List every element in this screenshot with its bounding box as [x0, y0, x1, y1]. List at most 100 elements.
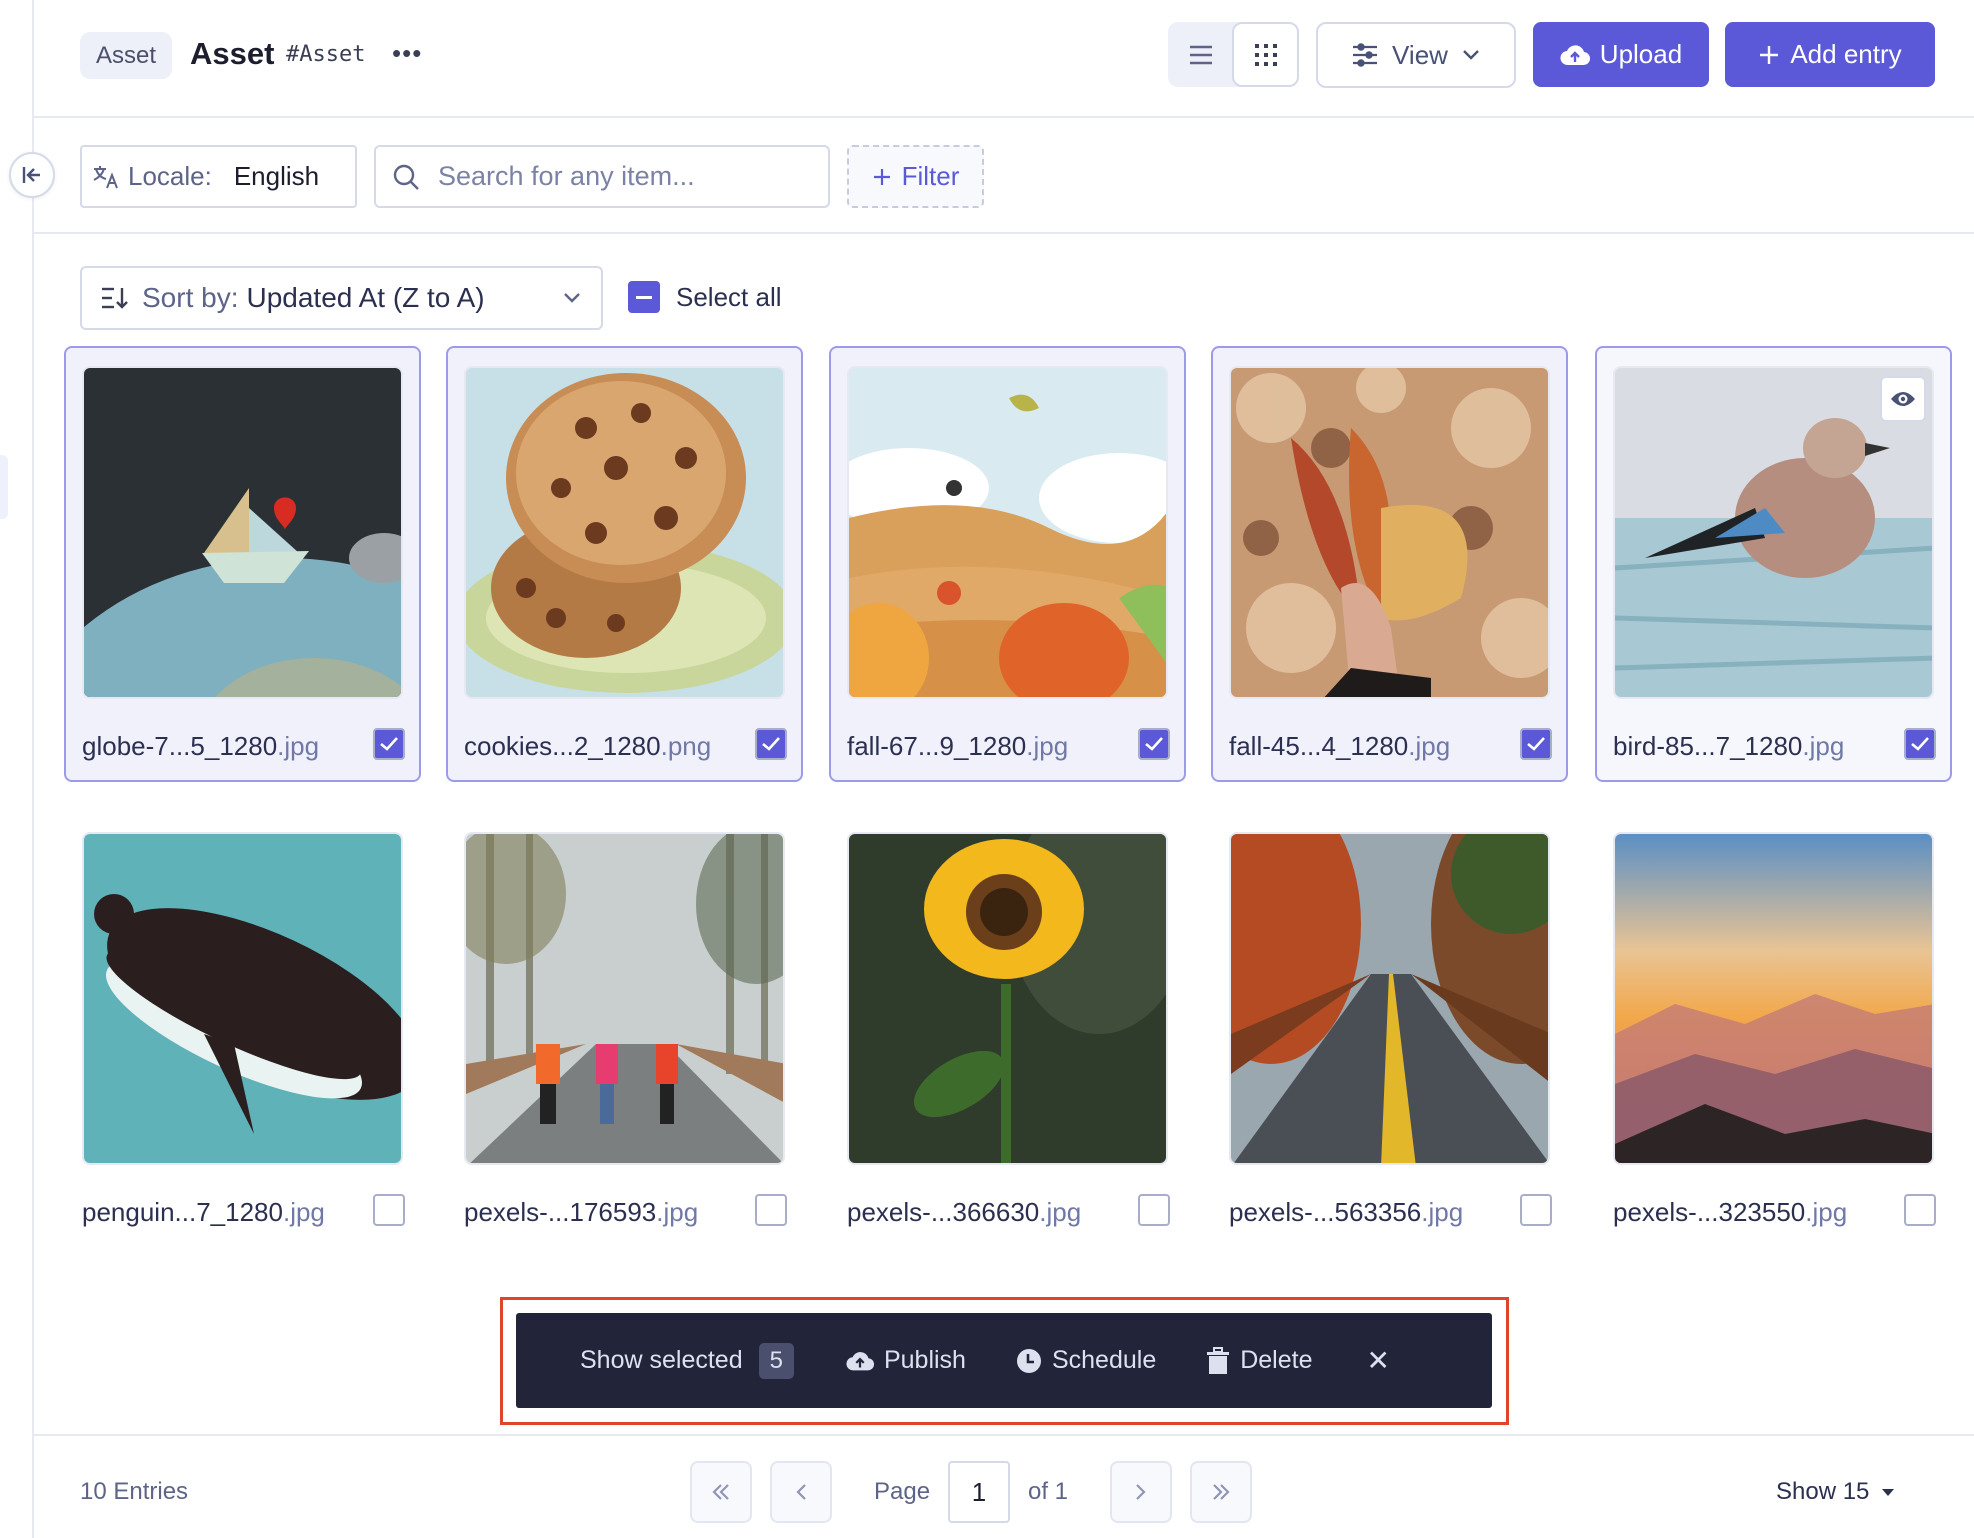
clock-icon: [1016, 1348, 1041, 1373]
thumbnail-image: [1615, 834, 1932, 1163]
asset-select-checkbox[interactable]: [1904, 728, 1936, 760]
asset-thumbnail[interactable]: [1613, 832, 1934, 1165]
asset-card[interactable]: pexels-...366630.jpg: [829, 812, 1186, 1248]
filter-label: Filter: [901, 161, 960, 191]
sliders-icon: [1353, 43, 1378, 67]
bulk-action-bar: Show selected 5 Publish Schedule Delete …: [516, 1313, 1492, 1408]
asset-card[interactable]: cookies...2_1280.png: [446, 346, 803, 782]
thumbnail-image: [84, 368, 401, 697]
grid-view-button[interactable]: [1232, 22, 1299, 87]
filter-toolbar: Locale: English Filter: [34, 118, 1974, 234]
asset-card[interactable]: pexels-...176593.jpg: [446, 812, 803, 1248]
chevrons-right-icon: [1213, 1484, 1230, 1500]
page-number-input[interactable]: [948, 1461, 1010, 1523]
checkmark-icon: [762, 737, 780, 751]
page-total-label: of 1: [1028, 1478, 1069, 1505]
asset-filename: penguin...7_1280.jpg: [82, 1197, 325, 1228]
asset-select-checkbox[interactable]: [755, 728, 787, 760]
preview-button[interactable]: [1880, 376, 1926, 422]
delete-button[interactable]: Delete: [1206, 1346, 1312, 1375]
asset-filename: cookies...2_1280.png: [464, 731, 711, 762]
previous-page-button[interactable]: [770, 1461, 832, 1523]
filename-base: pexels-...176593: [464, 1197, 657, 1227]
asset-card[interactable]: fall-67...9_1280.jpg: [829, 346, 1186, 782]
schedule-button[interactable]: Schedule: [1016, 1346, 1156, 1375]
next-page-button[interactable]: [1110, 1461, 1172, 1523]
asset-select-checkbox[interactable]: [1520, 1194, 1552, 1226]
asset-thumbnail[interactable]: [464, 366, 785, 699]
view-label: View: [1392, 39, 1448, 70]
page-size-dropdown[interactable]: Show 15: [1776, 1478, 1895, 1506]
search-input[interactable]: [438, 161, 808, 192]
locale-value: English: [233, 161, 320, 191]
select-all-checkbox[interactable]: Select all: [628, 281, 782, 313]
asset-thumbnail[interactable]: [464, 832, 785, 1165]
show-selected-label: Show selected: [580, 1346, 743, 1374]
content-type-key: #Asset: [286, 42, 366, 67]
view-dropdown[interactable]: View: [1316, 22, 1516, 88]
asset-filename: pexels-...366630.jpg: [847, 1197, 1081, 1228]
locale-selector[interactable]: Locale: English: [80, 145, 357, 208]
page-header: Asset Asset #Asset ••• View Upload Add e…: [34, 0, 1974, 118]
chevron-left-icon: [796, 1484, 806, 1500]
checkmark-icon: [1527, 737, 1545, 751]
more-options-button[interactable]: •••: [392, 38, 422, 69]
chevron-down-icon: [564, 293, 580, 303]
asset-thumbnail[interactable]: [847, 366, 1168, 699]
filename-extension: .jpg: [1408, 731, 1451, 761]
search-icon: [393, 164, 419, 190]
add-entry-button[interactable]: Add entry: [1725, 22, 1935, 87]
page-title: Asset: [190, 36, 275, 71]
asset-card[interactable]: bird-85...7_1280.jpg: [1595, 346, 1952, 782]
add-filter-button[interactable]: Filter: [847, 145, 984, 208]
plus-icon: [873, 168, 890, 185]
asset-card[interactable]: globe-7...5_1280.jpg: [64, 346, 421, 782]
asset-filename: fall-45...4_1280.jpg: [1229, 731, 1450, 762]
filename-base: penguin...7_1280: [82, 1197, 283, 1227]
grid-icon: [1254, 43, 1277, 66]
asset-thumbnail[interactable]: [1229, 366, 1550, 699]
asset-card[interactable]: fall-45...4_1280.jpg: [1211, 346, 1568, 782]
asset-select-checkbox[interactable]: [1520, 728, 1552, 760]
show-selected-button[interactable]: Show selected 5: [580, 1342, 794, 1379]
asset-select-checkbox[interactable]: [373, 1194, 405, 1226]
asset-thumbnail[interactable]: [82, 832, 403, 1165]
asset-select-checkbox[interactable]: [755, 1194, 787, 1226]
asset-card[interactable]: pexels-...323550.jpg: [1595, 812, 1952, 1248]
filename-extension: .jpg: [1039, 1197, 1082, 1227]
thumbnail-image: [849, 368, 1166, 697]
asset-select-checkbox[interactable]: [1138, 1194, 1170, 1226]
upload-button[interactable]: Upload: [1533, 22, 1709, 87]
footer-divider: [34, 1434, 1974, 1436]
chevrons-left-icon: [712, 1484, 729, 1500]
asset-thumbnail[interactable]: [82, 366, 403, 699]
caret-down-icon: [1882, 1489, 1895, 1496]
filename-extension: .jpg: [277, 731, 320, 761]
plus-icon: [1760, 45, 1779, 64]
close-action-bar-button[interactable]: ✕: [1366, 1344, 1389, 1377]
publish-button[interactable]: Publish: [846, 1346, 966, 1375]
asset-select-checkbox[interactable]: [1138, 728, 1170, 760]
asset-filename: pexels-...563356.jpg: [1229, 1197, 1463, 1228]
thumbnail-image: [849, 834, 1166, 1163]
list-view-button[interactable]: [1168, 22, 1233, 87]
first-page-button[interactable]: [690, 1461, 752, 1523]
asset-filename: globe-7...5_1280.jpg: [82, 731, 319, 762]
sidebar-tab-handle[interactable]: [0, 455, 8, 519]
search-box: [374, 145, 830, 208]
selected-count-badge: 5: [758, 1342, 794, 1379]
select-all-label: Select all: [676, 281, 782, 312]
last-page-button[interactable]: [1190, 1461, 1252, 1523]
add-entry-label: Add entry: [1790, 39, 1902, 69]
filename-extension: .jpg: [1421, 1197, 1464, 1227]
asset-thumbnail[interactable]: [1229, 832, 1550, 1165]
asset-card[interactable]: penguin...7_1280.jpg: [64, 812, 421, 1248]
filename-base: cookies...2_1280: [464, 731, 661, 761]
asset-select-checkbox[interactable]: [1904, 1194, 1936, 1226]
asset-filename: pexels-...176593.jpg: [464, 1197, 698, 1228]
asset-select-checkbox[interactable]: [373, 728, 405, 760]
asset-card[interactable]: pexels-...563356.jpg: [1211, 812, 1568, 1248]
sort-dropdown[interactable]: Sort by: Updated At (Z to A): [80, 266, 603, 330]
filename-extension: .jpg: [1805, 1197, 1848, 1227]
asset-thumbnail[interactable]: [847, 832, 1168, 1165]
